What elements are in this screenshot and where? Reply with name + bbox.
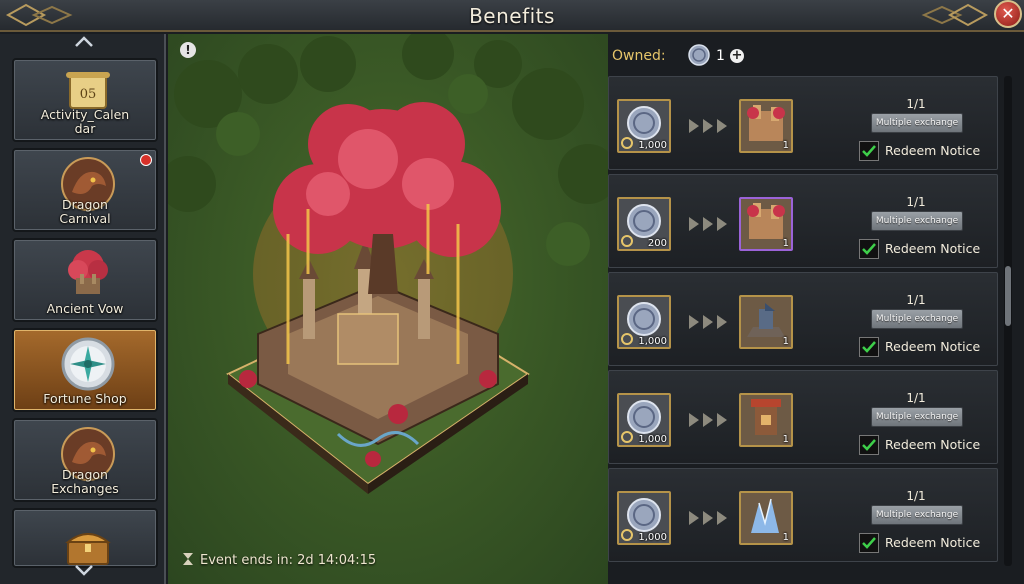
close-button[interactable]: ✕ — [994, 0, 1022, 28]
sidebar-item-treasure[interactable] — [12, 508, 158, 568]
cost-item-slot[interactable]: 1,000 — [617, 99, 671, 153]
exchange-limit: 1/1 — [906, 489, 926, 503]
triple-arrow-icon — [689, 217, 727, 231]
sidebar: 05 Activity_Calen dar Dragon Carnival An… — [0, 34, 166, 584]
checkmark-icon — [862, 341, 876, 353]
reward-quantity: 1 — [782, 238, 789, 249]
sidebar-item-activity-calendar[interactable]: 05 Activity_Calen dar — [12, 58, 158, 142]
calendar-day: 05 — [80, 87, 97, 102]
lock-ring-icon — [621, 431, 633, 443]
event-countdown-text: Event ends in: 2d 14:04:15 — [200, 553, 377, 568]
checkmark-icon — [862, 439, 876, 451]
sidebar-item-fortune-shop[interactable]: Fortune Shop — [12, 328, 158, 412]
redeem-notice-label: Redeem Notice — [885, 535, 981, 550]
scroll-down-arrow-icon[interactable] — [74, 564, 94, 576]
title-bar: Benefits ✕ — [0, 0, 1024, 32]
multiple-exchange-button[interactable]: Multiple exchange — [871, 113, 963, 133]
cost-amount: 1,000 — [638, 532, 667, 543]
redeem-notice-checkbox[interactable] — [859, 435, 879, 455]
red-tree-castle-icon — [68, 250, 108, 294]
exchange-limit: 1/1 — [906, 391, 926, 405]
exchange-limit: 1/1 — [906, 293, 926, 307]
reward-item-slot[interactable]: 1 — [739, 393, 793, 447]
cost-amount: 1,000 — [638, 140, 667, 151]
owned-count: 1 — [716, 48, 725, 64]
sidebar-item-label: Dragon Carnival — [59, 197, 111, 226]
owned-label: Owned: — [612, 48, 666, 64]
lock-ring-icon — [621, 529, 633, 541]
checkmark-icon — [862, 243, 876, 255]
exchange-list: 1,000 1 1/1 Multiple exchange Redeem Not… — [608, 76, 1000, 566]
benefits-window: Benefits ✕ 05 Activity_Calen dar Dragon … — [0, 0, 1024, 584]
cost-amount: 200 — [647, 238, 667, 249]
event-countdown: Event ends in: 2d 14:04:15 — [182, 552, 376, 568]
silver-coin-icon — [688, 44, 710, 66]
notification-badge — [140, 154, 152, 166]
reward-quantity: 1 — [782, 434, 789, 445]
sidebar-item-dragon-carnival[interactable]: Dragon Carnival — [12, 148, 158, 232]
checkmark-icon — [862, 537, 876, 549]
scrollbar[interactable] — [1004, 76, 1012, 566]
triple-arrow-icon — [689, 315, 727, 329]
triple-arrow-icon — [689, 413, 727, 427]
exchange-row: 1,000 1 1/1 Multiple exchange Redeem Not… — [608, 272, 998, 366]
redeem-notice-label: Redeem Notice — [885, 143, 981, 158]
close-x-icon: ✕ — [1001, 4, 1015, 23]
reward-item-slot[interactable]: 1 — [739, 197, 793, 251]
redeem-notice-label: Redeem Notice — [885, 241, 981, 256]
exchange-row: 1,000 1 1/1 Multiple exchange Redeem Not… — [608, 370, 998, 464]
ancient-tree-castle-illustration — [168, 34, 608, 494]
multiple-exchange-button[interactable]: Multiple exchange — [871, 505, 963, 525]
redeem-notice-checkbox[interactable] — [859, 337, 879, 357]
sidebar-item-label: Ancient Vow — [46, 301, 124, 316]
cost-item-slot[interactable]: 200 — [617, 197, 671, 251]
lock-ring-icon — [621, 333, 633, 345]
cost-amount: 1,000 — [638, 336, 667, 347]
cost-item-slot[interactable]: 1,000 — [617, 295, 671, 349]
window-title: Benefits — [469, 4, 555, 28]
sidebar-item-dragon-exchanges[interactable]: Dragon Exchanges — [12, 418, 158, 502]
info-icon[interactable]: ! — [180, 42, 196, 58]
scrollbar-thumb[interactable] — [1005, 266, 1011, 326]
exchange-row: 1,000 1 1/1 Multiple exchange Redeem Not… — [608, 468, 998, 562]
sidebar-item-label: Activity_Calen dar — [40, 107, 130, 136]
cost-item-slot[interactable]: 1,000 — [617, 393, 671, 447]
multiple-exchange-button[interactable]: Multiple exchange — [871, 407, 963, 427]
exchange-limit: 1/1 — [906, 97, 926, 111]
lock-ring-icon — [621, 137, 633, 149]
cost-amount: 1,000 — [638, 434, 667, 445]
reward-item-slot[interactable]: 1 — [739, 99, 793, 153]
reward-item-slot[interactable]: 1 — [739, 491, 793, 545]
triple-arrow-icon — [689, 511, 727, 525]
checkmark-icon — [862, 145, 876, 157]
sidebar-item-ancient-vow[interactable]: Ancient Vow — [12, 238, 158, 322]
exchange-row: 200 1 1/1 Multiple exchange Redeem Notic… — [608, 174, 998, 268]
redeem-notice-label: Redeem Notice — [885, 437, 981, 452]
redeem-notice-checkbox[interactable] — [859, 533, 879, 553]
event-artwork: ! Event ends in: 2d 14:04:15 — [168, 34, 608, 584]
redeem-notice-label: Redeem Notice — [885, 339, 981, 354]
reward-item-slot[interactable]: 1 — [739, 295, 793, 349]
sidebar-item-label: Dragon Exchanges — [51, 467, 119, 496]
exchange-row: 1,000 1 1/1 Multiple exchange Redeem Not… — [608, 76, 998, 170]
multiple-exchange-button[interactable]: Multiple exchange — [871, 309, 963, 329]
lock-ring-icon — [621, 235, 633, 247]
ornament-icon — [921, 3, 989, 27]
sidebar-item-label: Fortune Shop — [43, 391, 127, 406]
reward-quantity: 1 — [782, 532, 789, 543]
hourglass-icon — [183, 553, 193, 565]
multiple-exchange-button[interactable]: Multiple exchange — [871, 211, 963, 231]
compass-medal-icon — [61, 337, 115, 391]
triple-arrow-icon — [689, 119, 727, 133]
redeem-notice-checkbox[interactable] — [859, 141, 879, 161]
redeem-notice-checkbox[interactable] — [859, 239, 879, 259]
cost-item-slot[interactable]: 1,000 — [617, 491, 671, 545]
add-currency-button[interactable]: + — [730, 49, 744, 63]
reward-quantity: 1 — [782, 336, 789, 347]
exchange-limit: 1/1 — [906, 195, 926, 209]
scroll-up-arrow-icon[interactable] — [74, 36, 94, 48]
reward-quantity: 1 — [782, 140, 789, 151]
